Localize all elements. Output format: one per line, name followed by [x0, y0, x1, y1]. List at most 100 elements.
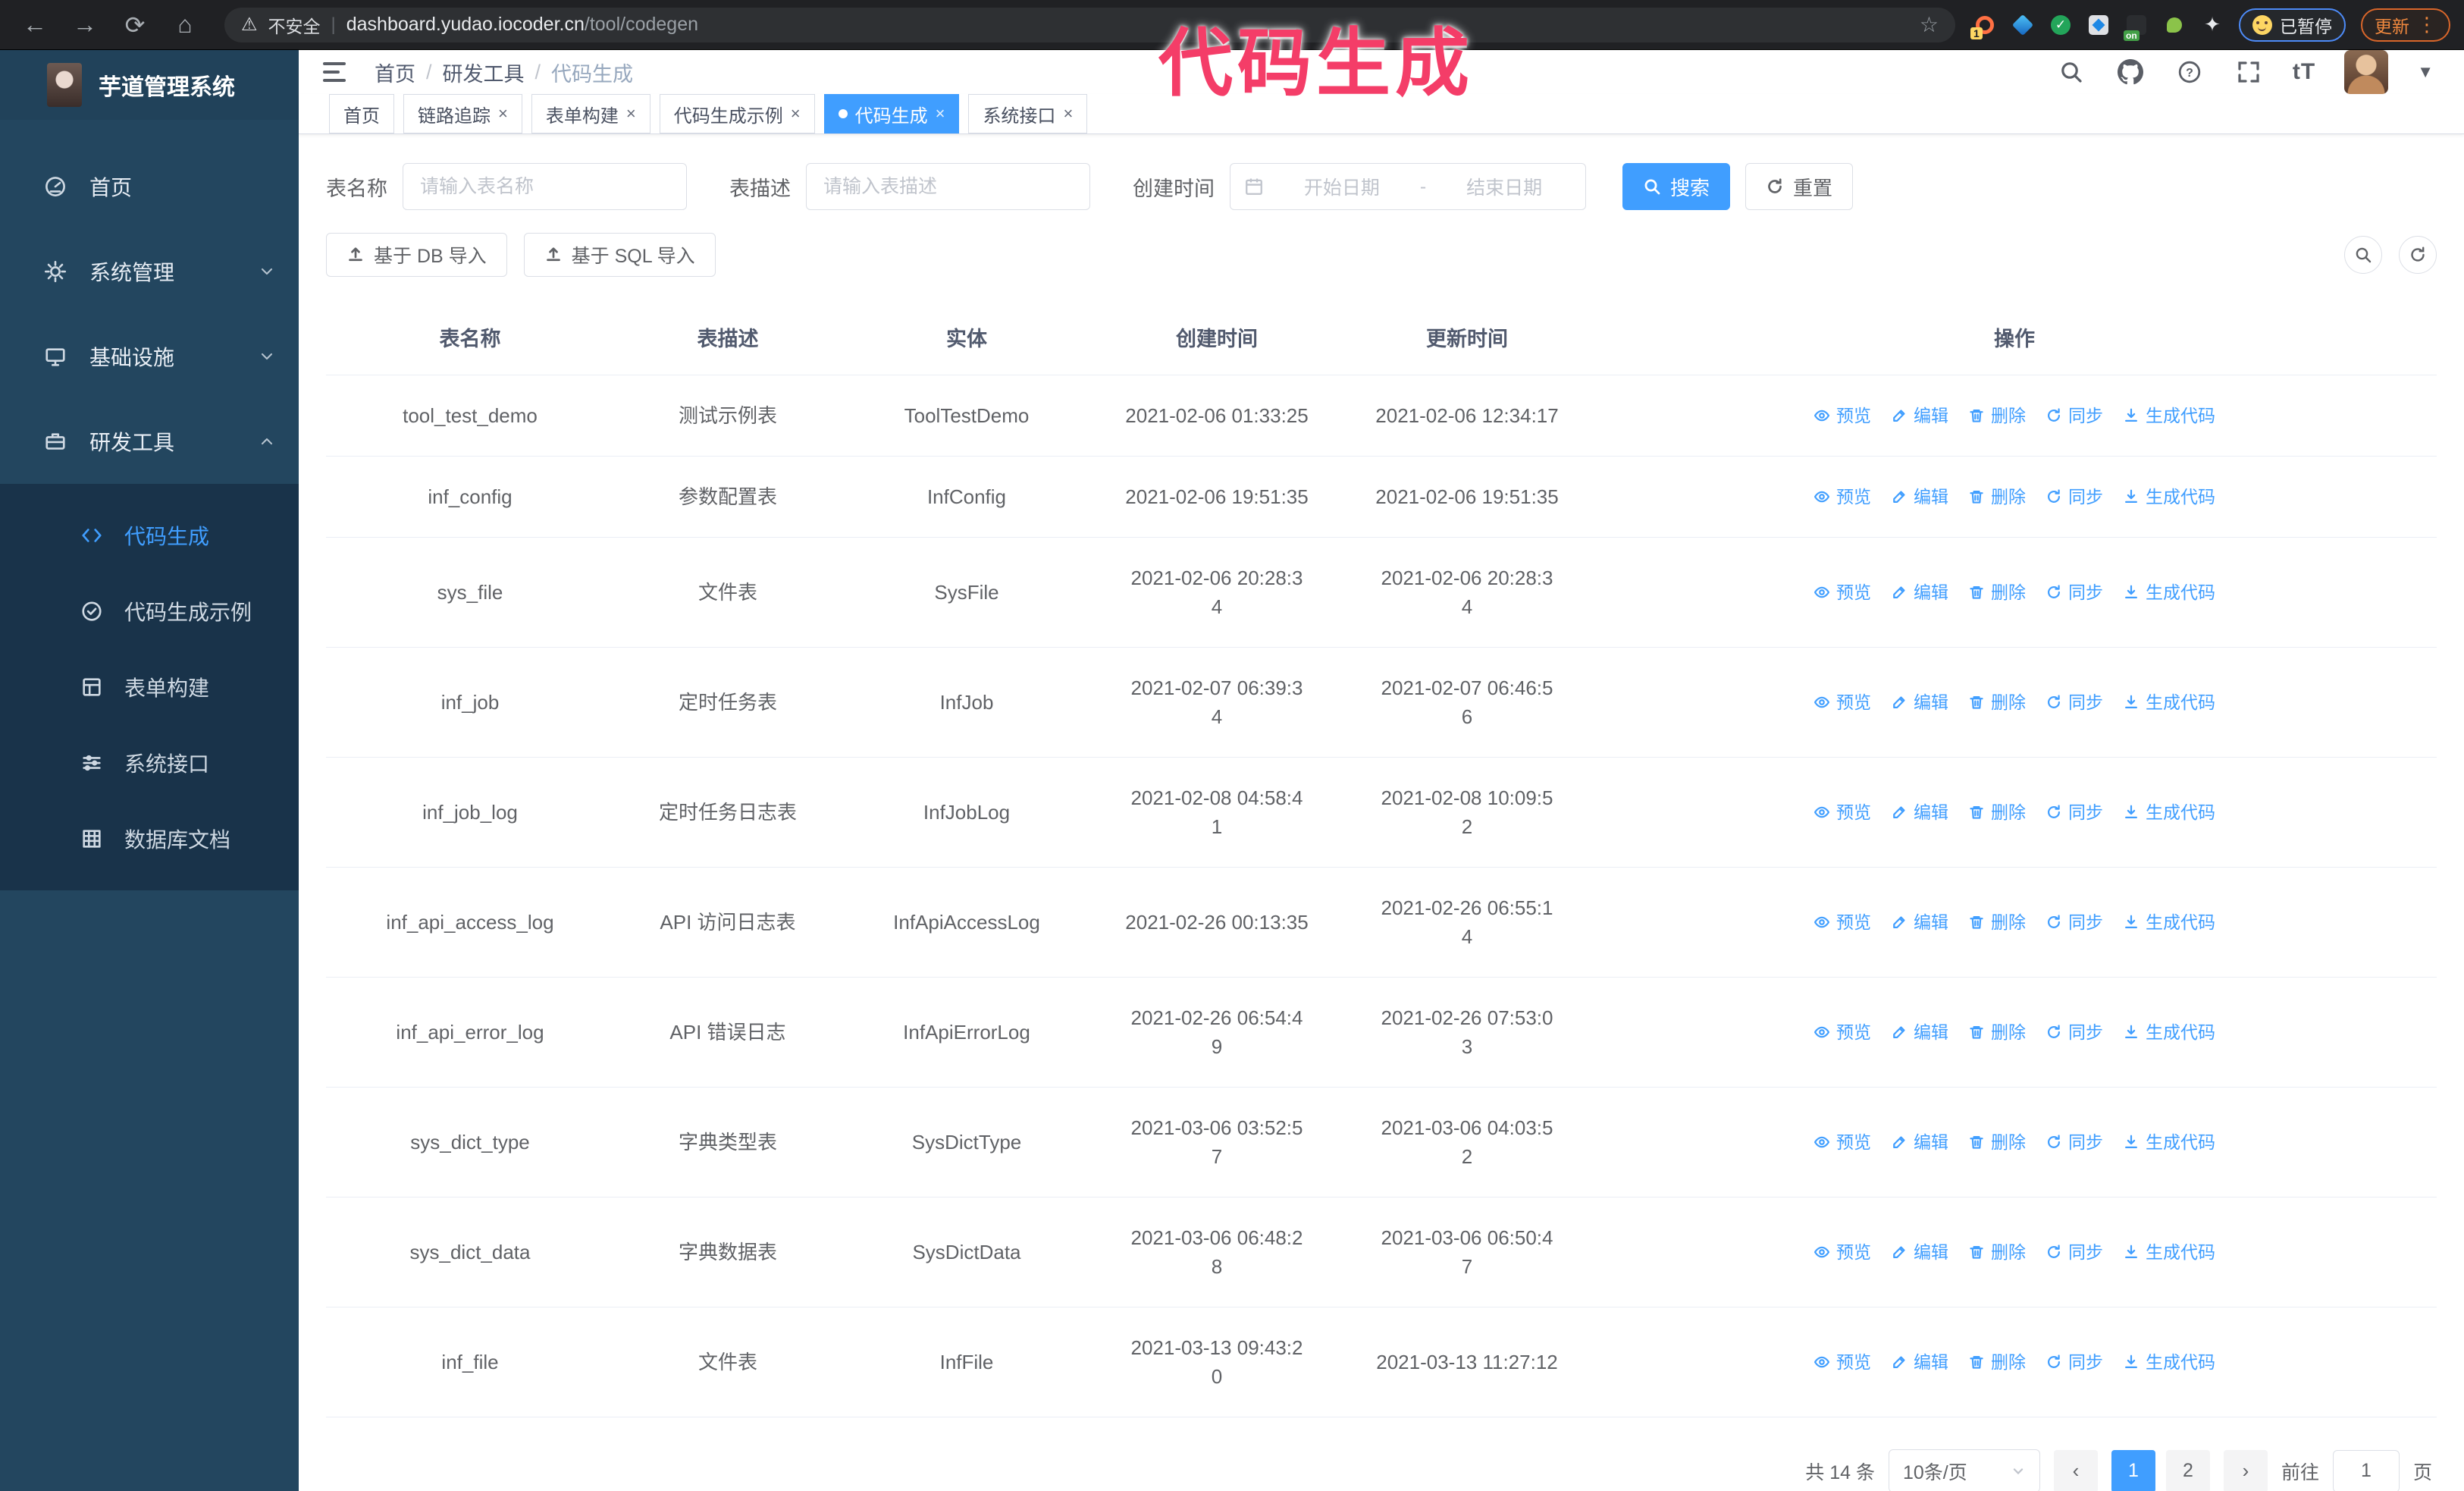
tab-5[interactable]: 系统接口 ×: [968, 94, 1088, 133]
preview-link[interactable]: 预览: [1814, 1348, 1871, 1376]
generate-code-link[interactable]: 生成代码: [2123, 1348, 2215, 1376]
sync-link[interactable]: 同步: [2045, 578, 2103, 607]
import-db-button[interactable]: 基于 DB 导入: [326, 233, 507, 277]
paused-extension-pill[interactable]: 已暂停: [2239, 8, 2346, 42]
extension-leaf-icon[interactable]: [2163, 14, 2186, 36]
table-desc-input[interactable]: [806, 163, 1090, 210]
tab-4[interactable]: 代码生成 ×: [823, 94, 960, 133]
extension-gem-icon[interactable]: [2011, 14, 2034, 36]
sidebar-item-codegen-demo[interactable]: 代码生成示例: [0, 573, 299, 649]
generate-code-link[interactable]: 生成代码: [2123, 401, 2215, 430]
breadcrumb-devtools[interactable]: 研发工具: [443, 58, 525, 87]
reload-icon[interactable]: ⟳: [114, 5, 156, 45]
edit-link[interactable]: 编辑: [1891, 482, 1948, 511]
sidebar-item-api[interactable]: 系统接口: [0, 725, 299, 801]
edit-link[interactable]: 编辑: [1891, 1018, 1948, 1047]
delete-link[interactable]: 删除: [1968, 1128, 2026, 1157]
extension-on-icon[interactable]: on: [2124, 14, 2148, 41]
address-bar[interactable]: ⚠ 不安全 | dashboard.yudao.iocoder.cn/tool/…: [224, 7, 1955, 42]
sync-link[interactable]: 同步: [2045, 908, 2103, 937]
extension-grid-icon[interactable]: [2087, 14, 2110, 36]
sync-link[interactable]: 同步: [2045, 798, 2103, 827]
toggle-search-button[interactable]: [2344, 236, 2382, 274]
delete-link[interactable]: 删除: [1968, 798, 2026, 827]
preview-link[interactable]: 预览: [1814, 401, 1871, 430]
table-row[interactable]: sys_dict_type 字典类型表 SysDictType 2021-03-…: [326, 1088, 2437, 1198]
search-button[interactable]: 搜索: [1622, 163, 1731, 210]
tab-1[interactable]: 链路追踪 ×: [403, 94, 522, 133]
start-date-placeholder[interactable]: 开始日期: [1274, 173, 1409, 200]
app-logo[interactable]: 芋道管理系统: [0, 50, 299, 120]
next-page-button[interactable]: ›: [2223, 1449, 2268, 1491]
edit-link[interactable]: 编辑: [1891, 578, 1948, 607]
hamburger-icon[interactable]: [318, 55, 353, 89]
preview-link[interactable]: 预览: [1814, 1128, 1871, 1157]
table-row[interactable]: tool_test_demo 测试示例表 ToolTestDemo 2021-0…: [326, 375, 2437, 457]
tab-3[interactable]: 代码生成示例 ×: [659, 94, 815, 133]
sidebar-item-codegen[interactable]: 代码生成: [0, 498, 299, 573]
table-row[interactable]: inf_config 参数配置表 InfConfig 2021-02-06 19…: [326, 457, 2437, 538]
sync-link[interactable]: 同步: [2045, 1018, 2103, 1047]
page-size-select[interactable]: 10条/页: [1888, 1449, 2040, 1491]
browser-menu-icon[interactable]: ⋮: [2417, 13, 2437, 36]
sync-link[interactable]: 同步: [2045, 1348, 2103, 1376]
breadcrumb-home[interactable]: 首页: [375, 58, 415, 87]
browser-update-pill[interactable]: 更新 ⋮: [2361, 8, 2450, 42]
sidebar-item-form-builder[interactable]: 表单构建: [0, 649, 299, 725]
generate-code-link[interactable]: 生成代码: [2123, 688, 2215, 717]
sync-link[interactable]: 同步: [2045, 688, 2103, 717]
tab-close-icon[interactable]: ×: [626, 105, 636, 122]
help-icon[interactable]: ?: [2174, 57, 2205, 87]
back-icon[interactable]: ←: [14, 5, 56, 45]
refresh-table-button[interactable]: [2399, 236, 2437, 274]
sidebar-item-db-doc[interactable]: 数据库文档: [0, 801, 299, 877]
delete-link[interactable]: 删除: [1968, 688, 2026, 717]
table-row[interactable]: inf_file 文件表 InfFile 2021-03-13 09:43:2 …: [326, 1307, 2437, 1417]
preview-link[interactable]: 预览: [1814, 578, 1871, 607]
sync-link[interactable]: 同步: [2045, 1128, 2103, 1157]
tab-close-icon[interactable]: ×: [936, 105, 945, 122]
edit-link[interactable]: 编辑: [1891, 688, 1948, 717]
preview-link[interactable]: 预览: [1814, 688, 1871, 717]
table-row[interactable]: inf_api_access_log API 访问日志表 InfApiAcces…: [326, 868, 2437, 978]
edit-link[interactable]: 编辑: [1891, 1238, 1948, 1267]
sidebar-item-home[interactable]: 首页: [0, 144, 299, 229]
import-sql-button[interactable]: 基于 SQL 导入: [523, 233, 716, 277]
generate-code-link[interactable]: 生成代码: [2123, 482, 2215, 511]
edit-link[interactable]: 编辑: [1891, 1128, 1948, 1157]
tab-0[interactable]: 首页: [329, 94, 394, 133]
preview-link[interactable]: 预览: [1814, 1238, 1871, 1267]
sidebar-item-system[interactable]: 系统管理: [0, 229, 299, 314]
extension-adblock-icon[interactable]: 1: [1970, 14, 1996, 39]
avatar[interactable]: [2344, 50, 2389, 94]
table-row[interactable]: sys_dict_data 字典数据表 SysDictData 2021-03-…: [326, 1198, 2437, 1307]
sidebar-item-devtools[interactable]: 研发工具: [0, 399, 299, 484]
forward-icon[interactable]: →: [64, 5, 106, 45]
avatar-caret-down-icon[interactable]: ▼: [2417, 62, 2434, 82]
table-row[interactable]: inf_job_log 定时任务日志表 InfJobLog 2021-02-08…: [326, 758, 2437, 868]
table-row[interactable]: inf_job 定时任务表 InfJob 2021-02-07 06:39:3 …: [326, 648, 2437, 758]
delete-link[interactable]: 删除: [1968, 1018, 2026, 1047]
edit-link[interactable]: 编辑: [1891, 1348, 1948, 1376]
table-name-input[interactable]: [403, 163, 687, 210]
delete-link[interactable]: 删除: [1968, 1348, 2026, 1376]
sidebar-item-infra[interactable]: 基础设施: [0, 314, 299, 399]
delete-link[interactable]: 删除: [1968, 1238, 2026, 1267]
delete-link[interactable]: 删除: [1968, 908, 2026, 937]
table-row[interactable]: sys_file 文件表 SysFile 2021-02-06 20:28:3 …: [326, 538, 2437, 648]
extension-check-icon[interactable]: ✓: [2049, 14, 2072, 36]
end-date-placeholder[interactable]: 结束日期: [1437, 173, 1572, 200]
generate-code-link[interactable]: 生成代码: [2123, 1018, 2215, 1047]
table-row[interactable]: inf_api_error_log API 错误日志 InfApiErrorLo…: [326, 978, 2437, 1088]
preview-link[interactable]: 预览: [1814, 908, 1871, 937]
generate-code-link[interactable]: 生成代码: [2123, 798, 2215, 827]
reset-button[interactable]: 重置: [1745, 163, 1854, 210]
page-button-2[interactable]: 2: [2165, 1449, 2210, 1491]
generate-code-link[interactable]: 生成代码: [2123, 578, 2215, 607]
edit-link[interactable]: 编辑: [1891, 401, 1948, 430]
sync-link[interactable]: 同步: [2045, 401, 2103, 430]
sync-link[interactable]: 同步: [2045, 1238, 2103, 1267]
sync-link[interactable]: 同步: [2045, 482, 2103, 511]
delete-link[interactable]: 删除: [1968, 482, 2026, 511]
extension-white-icon[interactable]: ✦: [2201, 13, 2224, 36]
